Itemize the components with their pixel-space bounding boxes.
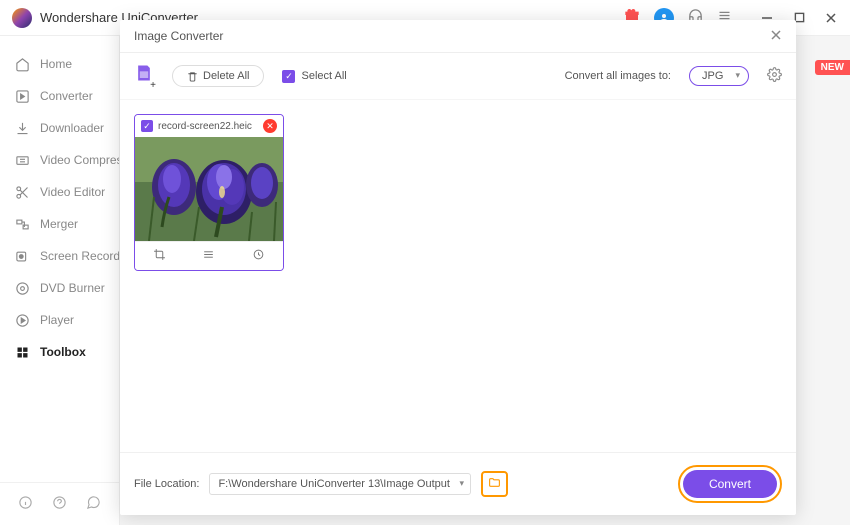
open-folder-button[interactable] (481, 471, 508, 497)
modal-header: Image Converter (120, 20, 796, 53)
recorder-icon (14, 248, 30, 264)
sidebar-item-converter[interactable]: Converter (0, 80, 119, 112)
sidebar-item-home[interactable]: Home (0, 48, 119, 80)
card-actions (135, 241, 283, 270)
nav-label: Converter (40, 89, 93, 103)
sidebar-item-recorder[interactable]: Screen Recorder (0, 240, 119, 272)
modal-title: Image Converter (134, 29, 223, 43)
add-image-button[interactable]: + (134, 63, 154, 89)
nav-label: Screen Recorder (40, 249, 119, 263)
output-path-value: F:\Wondershare UniConverter 13\Image Out… (218, 478, 450, 490)
nav-label: Home (40, 57, 72, 71)
watermark-button[interactable] (252, 248, 265, 264)
sidebar-item-downloader[interactable]: Downloader (0, 112, 119, 144)
image-card[interactable]: ✓ record-screen22.heic ✕ (134, 114, 284, 271)
app-logo (12, 8, 32, 28)
scissors-icon (14, 184, 30, 200)
card-header: ✓ record-screen22.heic ✕ (135, 115, 283, 137)
modal-toolbar: + Delete All ✓ Select All Convert all im… (120, 53, 796, 100)
toolbox-icon (14, 344, 30, 360)
select-all-checkbox[interactable]: ✓ Select All (282, 70, 346, 83)
sidebar-item-compressor[interactable]: Video Compressor (0, 144, 119, 176)
sidebar-item-merger[interactable]: Merger (0, 208, 119, 240)
sidebar-footer (0, 482, 119, 525)
checkbox-icon: ✓ (282, 70, 295, 83)
card-checkbox[interactable]: ✓ (141, 120, 153, 132)
download-icon (14, 120, 30, 136)
play-icon (14, 312, 30, 328)
image-grid: ✓ record-screen22.heic ✕ (120, 100, 796, 452)
output-path-dropdown[interactable]: F:\Wondershare UniConverter 13\Image Out… (209, 473, 471, 495)
nav-label: DVD Burner (40, 281, 105, 295)
format-value: JPG (702, 70, 723, 82)
file-location-label: File Location: (134, 478, 199, 490)
info-icon[interactable] (18, 495, 33, 513)
image-converter-modal: Image Converter + Delete All ✓ Select Al… (120, 20, 796, 515)
converter-icon (14, 88, 30, 104)
remove-image-button[interactable]: ✕ (263, 119, 277, 133)
compress-icon (14, 152, 30, 168)
nav-label: Toolbox (40, 345, 86, 359)
settings-button[interactable] (767, 67, 782, 85)
format-dropdown[interactable]: JPG (689, 66, 749, 86)
convert-button-highlight: Convert (678, 465, 782, 503)
home-icon (14, 56, 30, 72)
nav-label: Player (40, 313, 74, 327)
crop-button[interactable] (153, 248, 166, 264)
sidebar-item-player[interactable]: Player (0, 304, 119, 336)
convert-to-label: Convert all images to: (565, 70, 671, 82)
convert-button[interactable]: Convert (683, 470, 777, 498)
delete-all-label: Delete All (203, 70, 249, 82)
effects-button[interactable] (202, 248, 215, 264)
modal-close-button[interactable] (770, 28, 782, 44)
modal-footer: File Location: F:\Wondershare UniConvert… (120, 452, 796, 515)
nav-list: Home Converter Downloader Video Compress… (0, 36, 119, 482)
sidebar-item-dvd[interactable]: DVD Burner (0, 272, 119, 304)
new-badge: NEW (815, 60, 850, 75)
help-icon[interactable] (52, 495, 67, 513)
nav-label: Downloader (40, 121, 104, 135)
convert-button-label: Convert (709, 477, 751, 491)
sidebar: Home Converter Downloader Video Compress… (0, 36, 120, 525)
nav-label: Video Compressor (40, 153, 119, 167)
disc-icon (14, 280, 30, 296)
trash-icon (187, 71, 198, 82)
nav-label: Merger (40, 217, 78, 231)
delete-all-button[interactable]: Delete All (172, 65, 264, 87)
sidebar-item-toolbox[interactable]: Toolbox (0, 336, 119, 368)
feedback-icon[interactable] (86, 495, 101, 513)
sidebar-item-editor[interactable]: Video Editor (0, 176, 119, 208)
nav-label: Video Editor (40, 185, 105, 199)
select-all-label: Select All (301, 70, 346, 82)
close-button[interactable] (824, 11, 838, 25)
filename-label: record-screen22.heic (158, 121, 258, 132)
merger-icon (14, 216, 30, 232)
image-thumbnail (135, 137, 283, 241)
